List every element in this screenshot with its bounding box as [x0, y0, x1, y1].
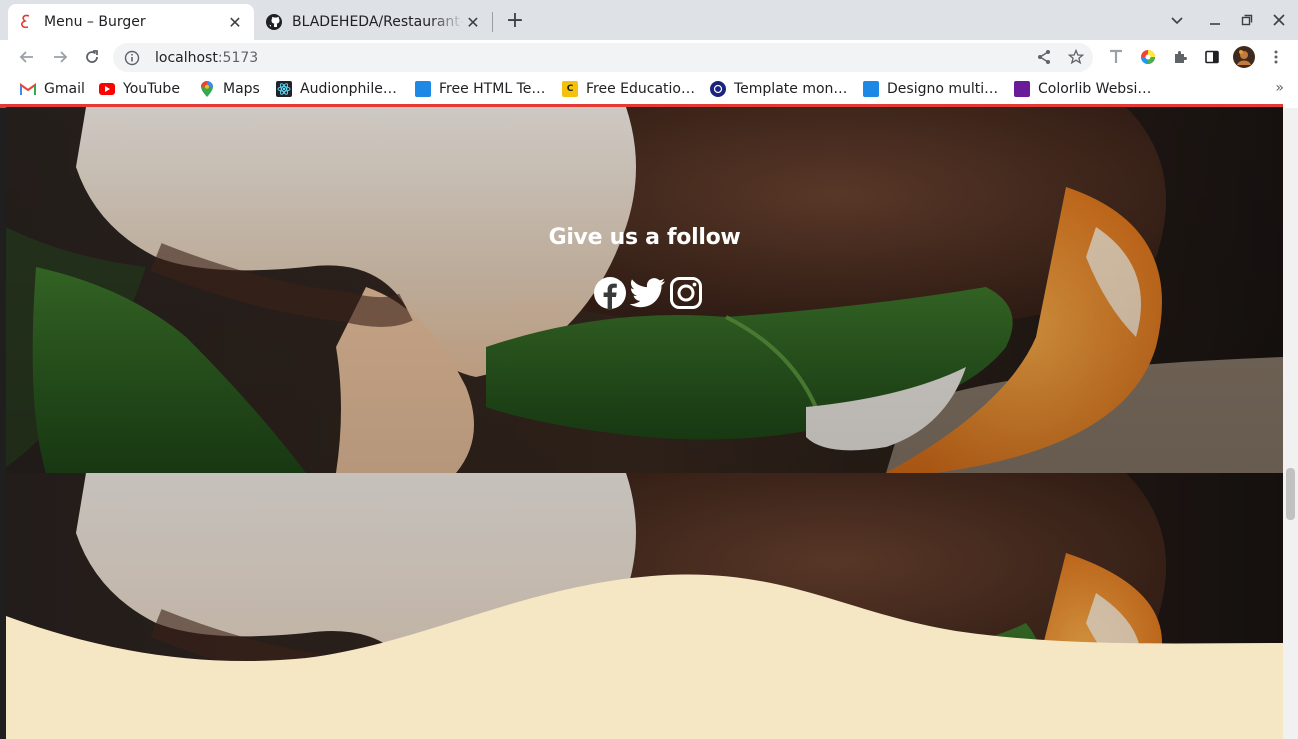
- tab-github-repo[interactable]: BLADEHEDA/Restaurant- ✕: [256, 4, 492, 40]
- reload-icon: [86, 50, 98, 63]
- restore-button[interactable]: [1235, 8, 1259, 32]
- bookmark-audionphile[interactable]: Audionphile…: [276, 79, 397, 99]
- bookmark-label: Gmail: [44, 81, 85, 97]
- bookmark-label: Designo multi…: [887, 81, 999, 97]
- designo-icon: [863, 81, 879, 97]
- extensions-puzzle-icon[interactable]: [1168, 45, 1192, 69]
- close-icon: [1273, 14, 1285, 26]
- bookmark-label: YouTube: [123, 81, 180, 97]
- bookmark-label: Free HTML Te…: [439, 81, 546, 97]
- share-icon[interactable]: [1032, 45, 1056, 69]
- text-extension-icon[interactable]: [1104, 45, 1128, 69]
- more-menu-icon[interactable]: [1264, 45, 1288, 69]
- bookmark-colorlib[interactable]: Colorlib Websi…: [1014, 79, 1151, 99]
- address-bar[interactable]: localhost:5173: [113, 43, 1093, 72]
- bookmark-label: Colorlib Websi…: [1038, 81, 1152, 97]
- site-info-icon[interactable]: [123, 49, 141, 67]
- new-tab-button[interactable]: +: [503, 8, 527, 33]
- templatemonster-icon: [710, 81, 726, 97]
- profile-avatar[interactable]: [1232, 45, 1256, 69]
- chevron-down-icon: [1171, 17, 1183, 25]
- freehtml-icon: [415, 81, 431, 97]
- bookmark-free-education[interactable]: C Free Educatio…: [562, 79, 695, 99]
- bookmark-gmail[interactable]: Gmail: [20, 79, 85, 99]
- url-host: localhost: [155, 49, 218, 66]
- tab-menu-burger[interactable]: Menu – Burger ✕: [8, 4, 254, 40]
- react-icon: [276, 81, 292, 97]
- github-icon: [266, 14, 282, 30]
- reload-button[interactable]: [79, 44, 105, 70]
- cream-wave-divider: [6, 574, 1283, 739]
- page-scrollbar[interactable]: [1283, 108, 1298, 739]
- page-viewport: Give us a follow: [6, 107, 1283, 739]
- tab-title: BLADEHEDA/Restaurant-: [292, 14, 464, 30]
- url-text[interactable]: localhost:5173: [155, 50, 258, 66]
- bookmark-free-html[interactable]: Free HTML Te…: [415, 79, 545, 99]
- arrow-right-icon: [54, 51, 68, 63]
- back-button[interactable]: [14, 44, 40, 70]
- bookmark-maps[interactable]: Maps: [199, 79, 260, 99]
- bookmark-youtube[interactable]: YouTube: [99, 79, 180, 99]
- social-links: [592, 275, 704, 311]
- facebook-icon[interactable]: [592, 275, 628, 311]
- bookmark-star-icon[interactable]: [1064, 45, 1088, 69]
- minimize-icon: [1210, 23, 1220, 25]
- bookmark-label: Free Educatio…: [586, 81, 695, 97]
- site-favicon-icon: [18, 14, 34, 30]
- tab-separator: [492, 12, 493, 32]
- color-picker-extension-icon[interactable]: [1136, 45, 1160, 69]
- colorlib-icon: [1014, 81, 1030, 97]
- gmail-icon: [20, 81, 36, 97]
- instagram-icon[interactable]: [668, 275, 704, 311]
- bookmark-label: Maps: [223, 81, 260, 97]
- browser-toolbar: localhost:5173: [0, 40, 1298, 74]
- arrow-left-icon: [19, 51, 33, 63]
- maps-icon: [199, 81, 215, 97]
- tab-strip: Menu – Burger ✕ BLADEHEDA/Restaurant- ✕ …: [0, 0, 1298, 40]
- tab-close-icon[interactable]: ✕: [226, 13, 244, 32]
- scrollbar-thumb[interactable]: [1286, 468, 1295, 520]
- bookmark-label: Audionphile…: [300, 81, 397, 97]
- forward-button[interactable]: [47, 44, 73, 70]
- restore-icon: [1241, 14, 1253, 26]
- bookmarks-overflow-button[interactable]: »: [1275, 80, 1284, 96]
- follow-section: Give us a follow: [6, 225, 1283, 250]
- minimize-button[interactable]: [1203, 8, 1227, 32]
- bookmarks-bar: Gmail YouTube Maps Audionphile… Free HTM…: [0, 74, 1298, 104]
- tab-close-icon[interactable]: ✕: [464, 13, 482, 32]
- browser-window: Menu – Burger ✕ BLADEHEDA/Restaurant- ✕ …: [0, 0, 1298, 739]
- side-panel-icon[interactable]: [1200, 45, 1224, 69]
- bookmark-designo[interactable]: Designo multi…: [863, 79, 998, 99]
- bookmark-template-monster[interactable]: Template mon…: [710, 79, 847, 99]
- youtube-icon: [99, 81, 115, 97]
- bookmark-label: Template mon…: [734, 81, 848, 97]
- tab-search-button[interactable]: [1165, 8, 1189, 32]
- twitter-icon[interactable]: [630, 275, 666, 311]
- follow-heading: Give us a follow: [548, 225, 741, 250]
- close-window-button[interactable]: [1267, 8, 1291, 32]
- education-icon: C: [562, 81, 578, 97]
- url-port: :5173: [217, 49, 259, 66]
- tab-title: Menu – Burger: [44, 14, 146, 30]
